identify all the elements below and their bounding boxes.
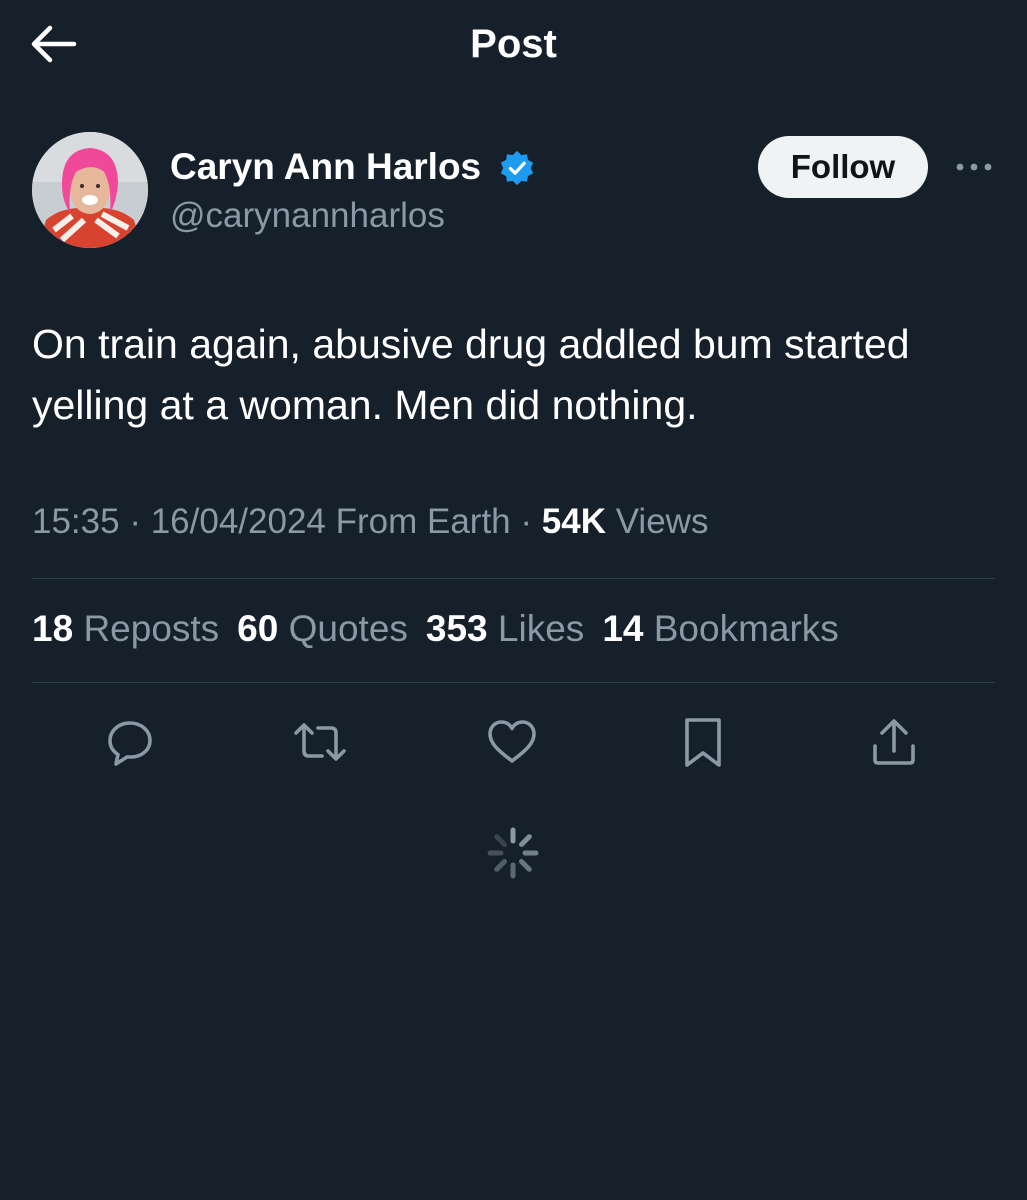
bookmark-icon (685, 718, 721, 767)
avatar[interactable] (32, 132, 148, 248)
reply-button[interactable] (102, 714, 158, 770)
stat-count: 353 (425, 608, 488, 649)
avatar-image (32, 132, 148, 248)
stat-label: Bookmarks (653, 608, 839, 649)
post-source: From Earth (335, 502, 511, 541)
stat-quotes[interactable]: 60 Quotes (237, 608, 408, 650)
stat-label: Likes (497, 608, 585, 649)
top-bar: Post (0, 0, 1027, 90)
stat-label: Reposts (83, 608, 220, 649)
divider (32, 682, 995, 683)
stat-count: 60 (237, 608, 279, 649)
author-handle[interactable]: @carynannharlos (170, 196, 445, 236)
engagement-stats: 18 Reposts 60 Quotes 353 Likes 14 Bookmarks (32, 608, 857, 650)
loading-spinner-icon (487, 827, 539, 879)
bookmark-button[interactable] (675, 714, 731, 770)
post-page: Post Caryn Ann Harlos @carynannharlos Fo… (0, 0, 1027, 1200)
repost-icon (294, 723, 346, 761)
repost-button[interactable] (292, 714, 348, 770)
more-options-button[interactable] (952, 154, 996, 180)
stat-likes[interactable]: 353 Likes (426, 608, 584, 650)
post-time[interactable]: 15:35 (32, 502, 120, 541)
stat-label: Quotes (288, 608, 408, 649)
post-date[interactable]: 16/04/2024 (151, 502, 326, 541)
reply-icon (108, 721, 152, 766)
page-title: Post (470, 22, 557, 66)
post-meta: 15:35 · 16/04/2024 From Earth · 54K View… (32, 502, 709, 541)
stat-count: 18 (32, 608, 74, 649)
author-row: Caryn Ann Harlos @carynannharlos Follow (32, 132, 995, 252)
stat-count: 14 (602, 608, 644, 649)
views-count: 54K (541, 502, 606, 541)
share-button[interactable] (866, 714, 922, 770)
author-name[interactable]: Caryn Ann Harlos (170, 146, 481, 188)
post-text: On train again, abusive drug addled bum … (32, 321, 910, 428)
share-icon (873, 719, 915, 765)
verified-badge-icon (500, 150, 534, 186)
stat-bookmarks[interactable]: 14 Bookmarks (602, 608, 839, 650)
follow-button[interactable]: Follow (758, 136, 928, 198)
like-button[interactable] (484, 714, 540, 770)
divider (32, 578, 995, 579)
more-horizontal-icon (956, 163, 992, 171)
views-label: Views (615, 502, 709, 541)
stat-reposts[interactable]: 18 Reposts (32, 608, 219, 650)
like-icon (488, 720, 536, 763)
